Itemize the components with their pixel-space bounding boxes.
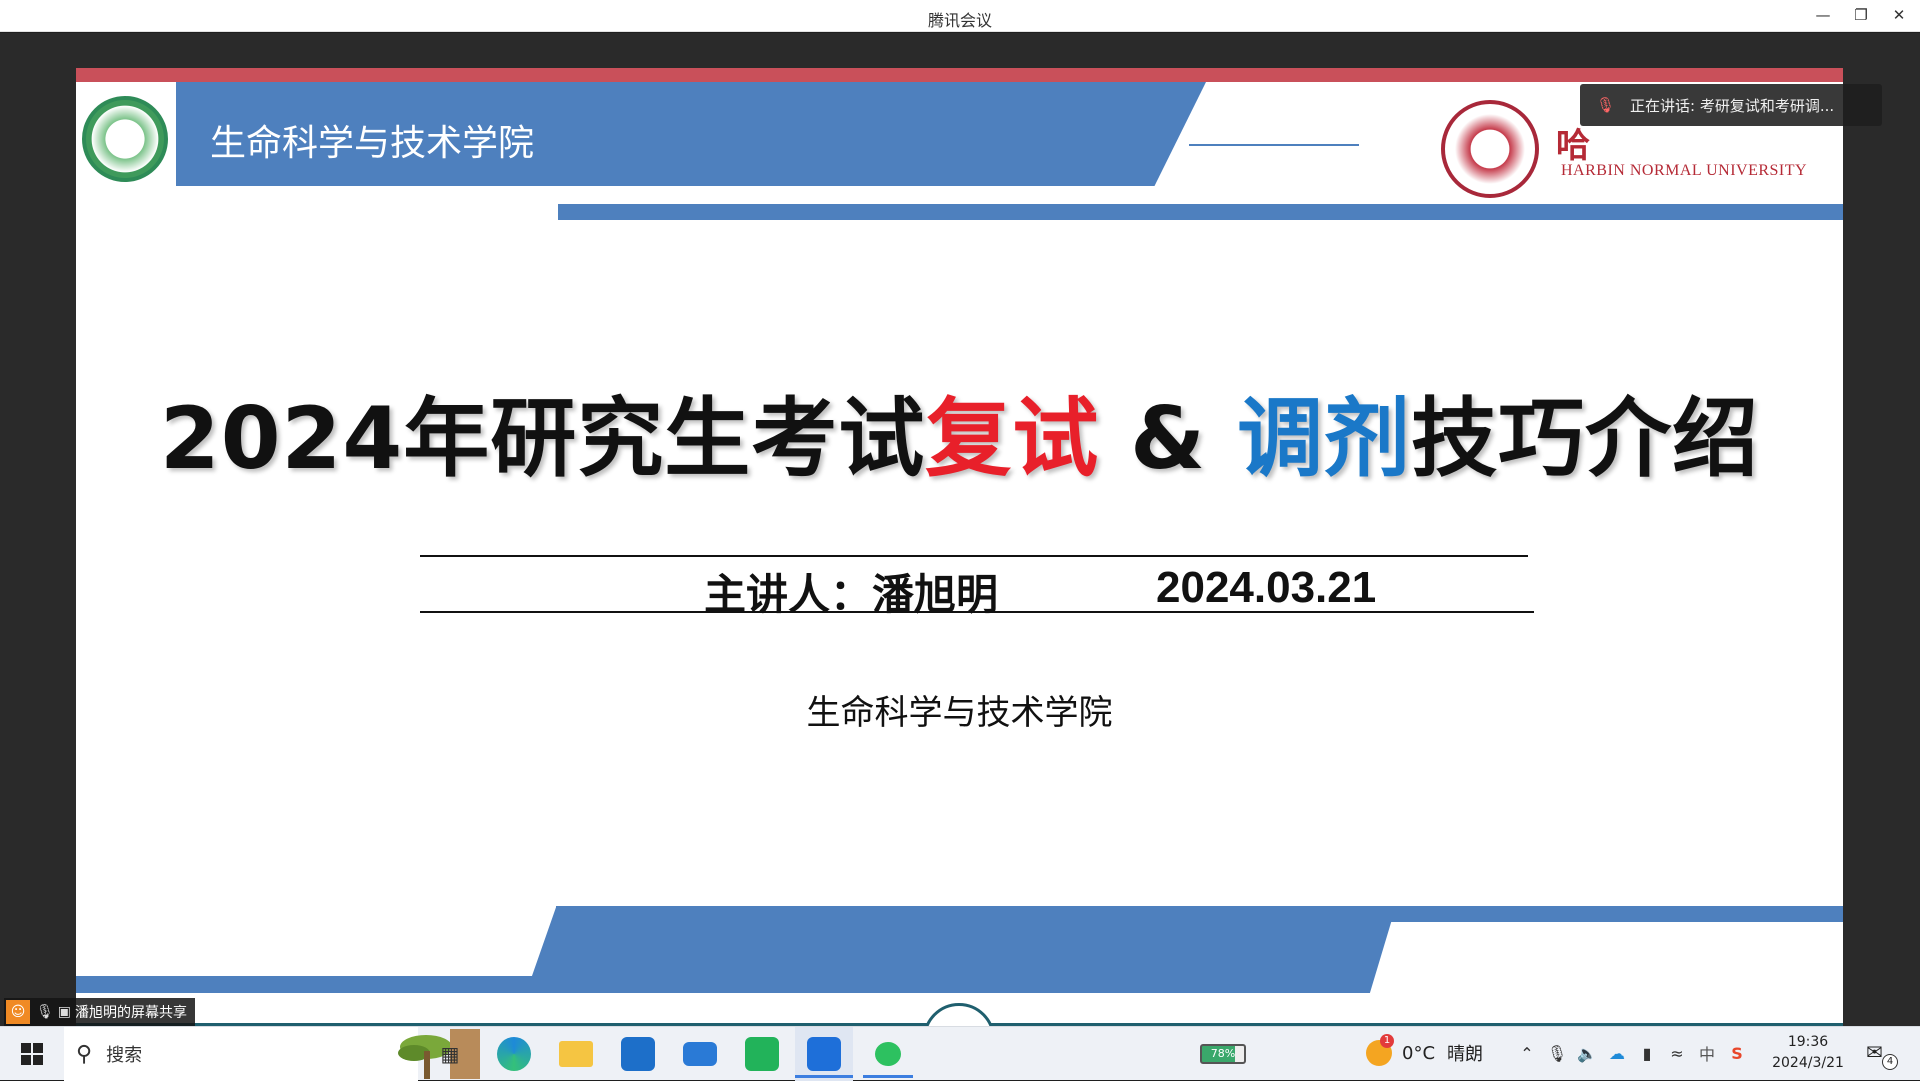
title-part-2: 技巧介绍 [1411, 389, 1760, 489]
weather-sun-icon: 1 [1366, 1034, 1394, 1066]
title-ampersand: & [1099, 389, 1238, 489]
notification-center-button[interactable]: ✉ 4 [1866, 1040, 1898, 1070]
open-app-indicator [863, 1075, 913, 1078]
shared-screen-area: 生命科学与技术学院 哈 HARBIN NORMAL UNIVERSITY 202… [0, 33, 1920, 1061]
speaking-indicator[interactable]: 🎙 正在讲话: 考研复试和考研调... [1580, 84, 1882, 126]
screen-share-tag[interactable]: ☺ 🎙 ▣ 潘旭明的屏幕共享 [4, 998, 196, 1026]
slide-main-title: 2024年研究生考试复试 & 调剂技巧介绍 [76, 368, 1843, 493]
microphone-tray-icon[interactable]: 🎙 [1542, 1044, 1572, 1063]
edge-button[interactable] [494, 1027, 534, 1081]
mail-button[interactable] [680, 1027, 720, 1081]
battery-tray-icon[interactable]: ▮ [1632, 1044, 1662, 1063]
wechat-icon [875, 1042, 901, 1066]
microphone-icon: 🎙 [36, 1004, 54, 1020]
title-part-1: 2024年研究生考试 [159, 389, 926, 489]
share-label: 潘旭明的屏幕共享 [75, 1005, 188, 1021]
active-app-indicator [795, 1075, 853, 1078]
sogou-input-icon[interactable]: S [1722, 1044, 1752, 1063]
taskbar-clock[interactable]: 19:36 2024/3/21 [1760, 1032, 1856, 1074]
tencent-meeting-button[interactable] [795, 1027, 853, 1081]
subtitle-rule-bottom [420, 611, 1534, 613]
cloud-sync-icon[interactable]: ☁ [1602, 1044, 1632, 1063]
subtitle-rule-top [420, 555, 1528, 557]
speaking-label: 正在讲话: 考研复试和考研调... [1630, 96, 1835, 115]
presentation-slide: 生命科学与技术学院 哈 HARBIN NORMAL UNIVERSITY 202… [76, 68, 1843, 1061]
notification-count-badge: 4 [1882, 1054, 1898, 1070]
ime-indicator[interactable]: 中 [1692, 1041, 1722, 1065]
chat-bag-icon [745, 1037, 779, 1071]
weather-widget[interactable]: 1 0°C 晴朗 [1366, 1026, 1483, 1080]
clock-date: 2024/3/21 [1772, 1055, 1844, 1071]
wifi-icon[interactable]: ≈ [1662, 1044, 1692, 1063]
header-blue-strip [558, 204, 1843, 220]
user-avatar-icon: ☺ [6, 1000, 30, 1024]
clock-time: 19:36 [1787, 1034, 1829, 1050]
taskbar-search-box[interactable]: ⚲ 搜索 [64, 1027, 480, 1081]
slide-header-title: 生命科学与技术学院 [210, 123, 535, 164]
restore-button[interactable]: ❐ [1842, 0, 1880, 30]
mail-icon [683, 1042, 717, 1066]
footer-blue-strip-left [76, 976, 636, 993]
presentation-date: 2024.03.21 [1156, 563, 1377, 612]
search-icon: ⚲ [76, 1041, 93, 1067]
window-title: 腾讯会议 [927, 11, 992, 30]
battery-indicator[interactable]: 78% [1200, 1044, 1246, 1064]
weather-temperature: 0°C [1402, 1042, 1436, 1064]
task-view-button[interactable]: ▦ [432, 1027, 468, 1081]
file-explorer-button[interactable] [556, 1027, 596, 1081]
microphone-muted-icon: 🎙 [1596, 96, 1616, 114]
wechat-button[interactable] [863, 1027, 913, 1081]
chat-app-button[interactable] [742, 1027, 782, 1081]
minimize-button[interactable]: — [1804, 0, 1842, 30]
weather-description: 晴朗 [1447, 1044, 1484, 1065]
top-red-stripe [76, 68, 1843, 82]
search-placeholder: 搜索 [106, 1045, 143, 1066]
store-button[interactable] [618, 1027, 658, 1081]
header-divider [1189, 144, 1359, 146]
title-highlight-blue: 调剂 [1237, 389, 1412, 489]
university-seal-logo [1441, 100, 1539, 198]
system-tray: ⌃ 🎙 🔈 ☁ ▮ ≈ 中 S [1512, 1026, 1752, 1080]
tencent-meeting-icon [807, 1037, 841, 1071]
weather-alert-badge: 1 [1380, 1034, 1394, 1048]
windows-logo-icon [21, 1043, 43, 1065]
show-hidden-icons-chevron-icon[interactable]: ⌃ [1512, 1044, 1542, 1063]
task-view-icon: ▦ [440, 1042, 460, 1066]
screen-share-icon: ▣ [57, 1004, 72, 1020]
college-name: 生命科学与技术学院 [806, 693, 1113, 733]
volume-icon[interactable]: 🔈 [1572, 1044, 1602, 1063]
start-button[interactable] [10, 1027, 54, 1081]
college-logo [82, 96, 168, 182]
notification-icon: ✉ [1866, 1040, 1883, 1064]
window-titlebar: 腾讯会议 — ❐ ✕ [0, 0, 1920, 32]
edge-icon [497, 1037, 531, 1071]
footer-blue-strip-right [556, 906, 1843, 922]
store-icon [621, 1037, 655, 1071]
close-button[interactable]: ✕ [1880, 0, 1918, 30]
folder-icon [559, 1041, 593, 1067]
university-name-en: HARBIN NORMAL UNIVERSITY [1561, 162, 1808, 179]
title-highlight-red: 复试 [925, 389, 1100, 489]
